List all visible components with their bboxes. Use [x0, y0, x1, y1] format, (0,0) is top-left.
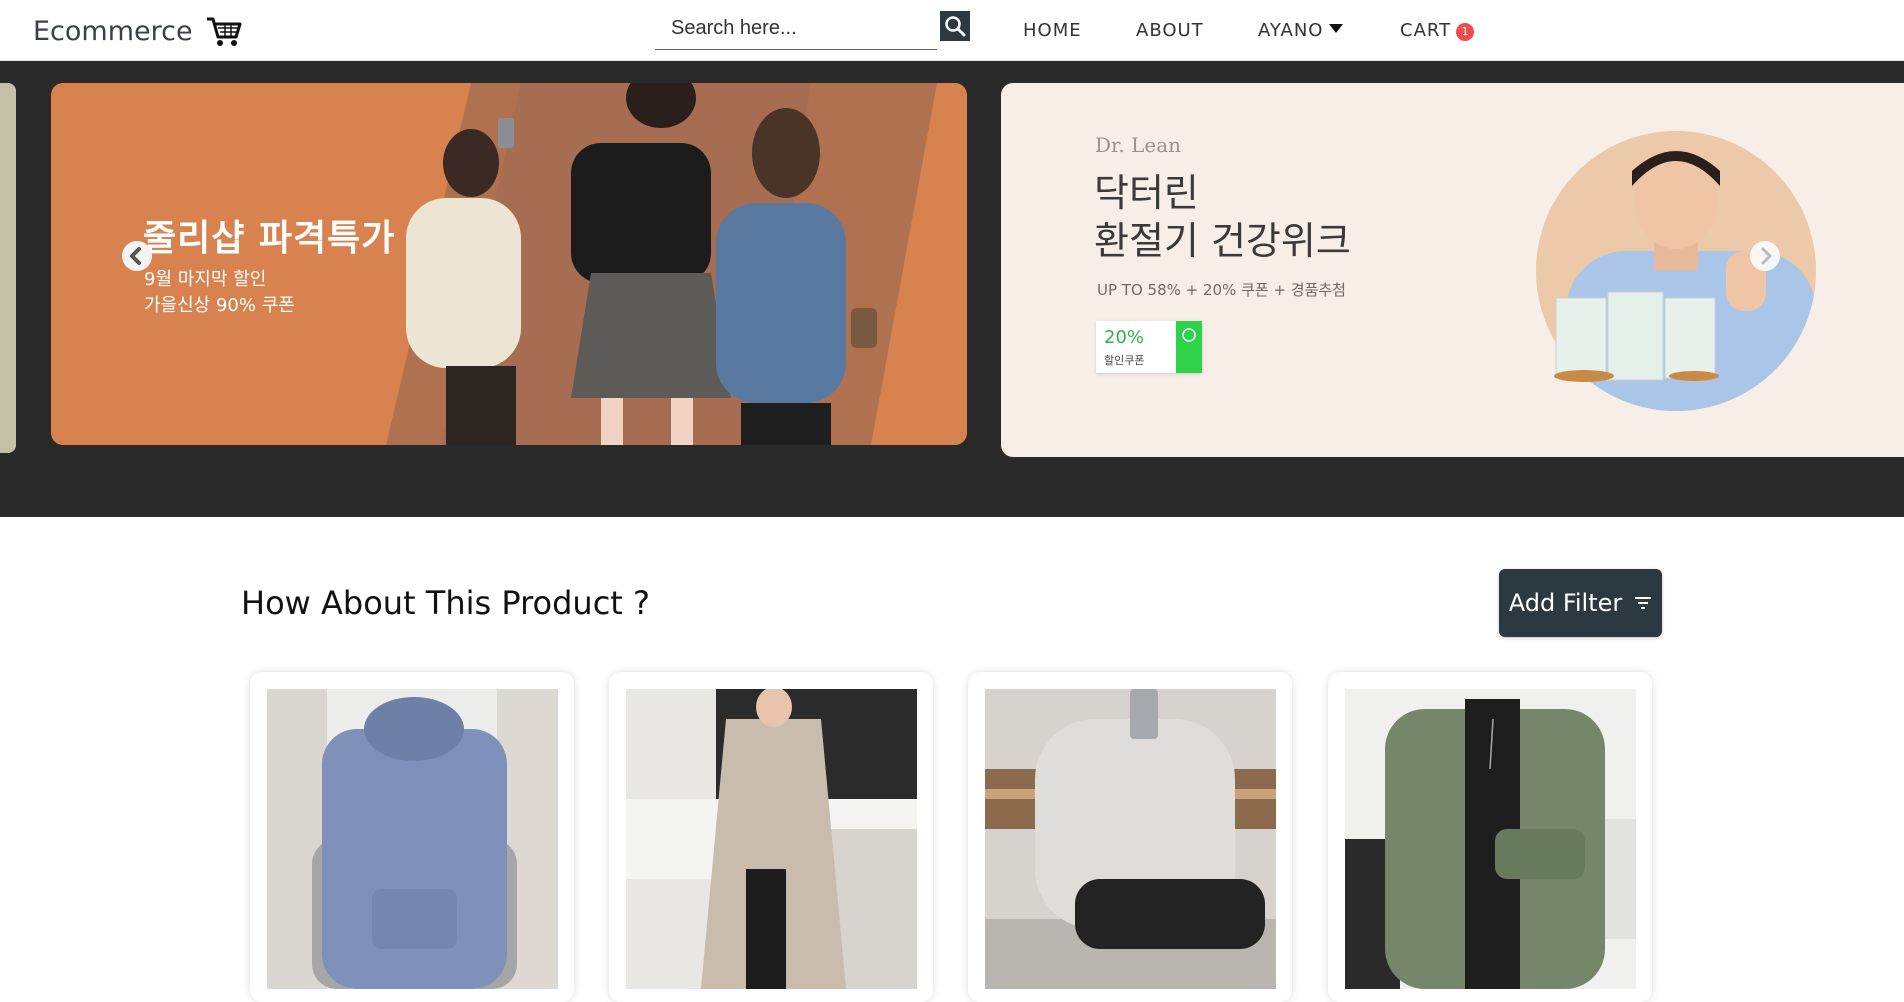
add-filter-button[interactable]: Add Filter [1499, 569, 1662, 637]
nav-about[interactable]: ABOUT [1136, 20, 1204, 41]
brand-logo[interactable]: Ecommerce [33, 13, 243, 49]
add-filter-label: Add Filter [1508, 589, 1623, 617]
banner-carousel: 줄리샵 파격특가 9월 마지막 할인 가을신상 90% 쿠폰 Dr. Lean … [0, 60, 1904, 517]
previous-slide-edge [0, 83, 16, 453]
product-card[interactable] [609, 672, 933, 1002]
banner-subtitle-line: 9월 마지막 할인 [144, 269, 267, 290]
banner-tagline: UP TO 58% + 20% 쿠폰 + 경품추첨 [1097, 281, 1346, 299]
top-navbar: Ecommerce HOME ABOUT AYANO CART1 [0, 0, 1904, 61]
search-input[interactable] [655, 11, 931, 45]
product-image[interactable] [1345, 689, 1636, 989]
banner-subtitle: 9월 마지막 할인 가을신상 90% 쿠폰 [144, 267, 295, 319]
banner-title-line: 환절기 건강위크 [1094, 219, 1351, 263]
banner-brand: Dr. Lean [1095, 133, 1182, 157]
product-image[interactable] [626, 689, 917, 989]
coupon-logo-icon [1176, 321, 1202, 373]
chevron-left-icon [123, 242, 151, 270]
coupon-percent: 20% [1104, 327, 1145, 348]
section-title: How About This Product ? [241, 584, 650, 622]
filter-icon [1635, 597, 1652, 609]
product-boxes-illustration [1554, 291, 1719, 382]
nav-home[interactable]: HOME [1023, 20, 1082, 41]
search-icon [945, 16, 966, 37]
nav-user-label: AYANO [1258, 20, 1324, 41]
banner-photo-background [386, 83, 937, 445]
banner-title-line: 닥터린 [1094, 171, 1199, 215]
chevron-right-icon [1761, 247, 1772, 265]
nav-about-label: ABOUT [1136, 20, 1204, 41]
search-button[interactable] [940, 11, 970, 41]
banner-slide-fashion[interactable]: 줄리샵 파격특가 9월 마지막 할인 가을신상 90% 쿠폰 [51, 83, 967, 445]
banner-subtitle-line: 가을신상 90% 쿠폰 [144, 295, 295, 316]
carousel-prev-button[interactable] [122, 241, 152, 271]
nav-user-dropdown[interactable]: AYANO [1258, 20, 1344, 41]
product-card[interactable] [250, 672, 574, 1002]
shopping-cart-icon [206, 17, 242, 46]
nav-cart[interactable]: CART 1 [1400, 20, 1475, 41]
coupon-card: 20% 할인쿠폰 [1096, 321, 1202, 373]
nav-cart-label: CART [1400, 20, 1452, 41]
cart-count-badge: 1 [1456, 23, 1475, 41]
brand-name[interactable]: Ecommerce [33, 16, 193, 47]
coupon-label: 할인쿠폰 [1104, 354, 1145, 367]
product-image[interactable] [267, 689, 558, 989]
caret-down-icon [1329, 24, 1344, 33]
banner-title: 줄리샵 파격특가 [143, 218, 396, 259]
product-card[interactable] [968, 672, 1292, 1002]
banner-title: 닥터린 환절기 건강위크 [1094, 169, 1351, 265]
product-image[interactable] [985, 689, 1276, 989]
product-card[interactable] [1328, 672, 1652, 1002]
nav-home-label: HOME [1023, 20, 1082, 41]
search-box [655, 11, 937, 50]
carousel-next-button[interactable] [1750, 241, 1780, 271]
